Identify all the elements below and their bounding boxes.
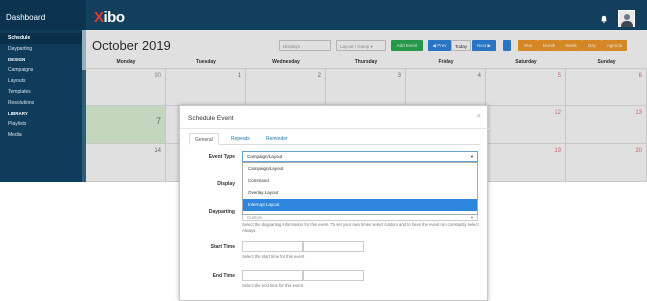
calendar-cell[interactable]: 5: [486, 68, 566, 106]
dayparting-label: Dayparting: [208, 209, 235, 215]
sidebar-section-design: DESIGN: [8, 57, 26, 62]
end-time-label: End Time: [212, 273, 235, 279]
sidebar-brand[interactable]: Dashboard: [0, 0, 86, 30]
calendar-cell[interactable]: 30: [86, 68, 166, 106]
calendar-cell[interactable]: 6: [566, 68, 647, 106]
view-month-button[interactable]: Month: [538, 40, 560, 51]
calendar-cell[interactable]: 14: [86, 144, 166, 182]
day-header: Monday: [116, 59, 136, 65]
calendar-cell[interactable]: 12: [486, 106, 566, 144]
tab-repeats[interactable]: Repeats: [226, 133, 255, 145]
end-date-input[interactable]: [242, 270, 303, 281]
day-header: Wednesday: [272, 59, 300, 65]
day-header: Sunday: [597, 59, 616, 65]
sidebar-item-playlists[interactable]: Playlists: [0, 119, 86, 130]
tab-reminder[interactable]: Reminder: [261, 133, 293, 145]
today-button[interactable]: Today: [451, 40, 471, 51]
day-number: 19: [554, 148, 561, 154]
day-number: 2: [317, 73, 321, 79]
calendar-cell[interactable]: 19: [486, 144, 566, 182]
view-year-button[interactable]: Year: [518, 40, 538, 51]
add-event-button[interactable]: Add Event: [391, 40, 423, 51]
sidebar-item-layouts[interactable]: Layouts: [0, 76, 86, 87]
day-number: 13: [635, 110, 642, 116]
calendar-cell[interactable]: 20: [566, 144, 647, 182]
dropdown-option[interactable]: Overlay Layout: [243, 187, 477, 199]
modal-divider: [180, 128, 489, 129]
bell-icon[interactable]: [600, 15, 608, 23]
view-day-button[interactable]: Day: [582, 40, 602, 51]
chevron-down-icon: ▾: [370, 44, 373, 49]
sidebar-item-media[interactable]: Media: [0, 130, 86, 141]
calendar-cell[interactable]: 3: [326, 68, 406, 106]
schedule-event-modal: Schedule Event × General Repeats Reminde…: [179, 105, 489, 301]
sidebar-item-schedule[interactable]: Schedule: [0, 33, 86, 44]
event-type-label: Event Type: [208, 154, 235, 160]
user-avatar[interactable]: [618, 10, 635, 27]
day-number: 20: [635, 148, 642, 154]
day-number: 12: [554, 110, 561, 116]
dropdown-option[interactable]: Campaign/Layout: [243, 163, 477, 175]
modal-tabs: General Repeats Reminder: [189, 133, 480, 145]
calendar-cell[interactable]: 4: [406, 68, 486, 106]
calendar-cell[interactable]: 13: [566, 106, 647, 144]
day-number: 3: [397, 73, 401, 79]
display-label: Display: [217, 181, 235, 187]
dropdown-option[interactable]: Command: [243, 175, 477, 187]
day-header: Tuesday: [196, 59, 216, 65]
chevron-down-icon: ▼: [470, 154, 474, 159]
calendar-cell[interactable]: 2: [246, 68, 326, 106]
start-time-help: Select the start time for this event: [242, 254, 305, 259]
day-number: 5: [557, 73, 561, 79]
day-header: Friday: [438, 59, 454, 65]
view-agenda-button[interactable]: Agenda: [602, 40, 627, 51]
sidebar-section-library: LIBRARY: [8, 111, 28, 116]
sidebar-item-campaigns[interactable]: Campaigns: [0, 65, 86, 76]
day-number: 14: [154, 148, 161, 154]
modal-title: Schedule Event: [188, 115, 234, 122]
close-icon[interactable]: ×: [477, 113, 481, 120]
avatar-head: [624, 14, 630, 20]
sidebar-item-resolutions[interactable]: Resolutions: [0, 98, 86, 109]
day-number: 7: [155, 116, 161, 126]
view-week-button[interactable]: Week: [560, 40, 582, 51]
sidebar-item-templates[interactable]: Templates: [0, 87, 86, 98]
day-number: 30: [154, 73, 161, 79]
layout-filter-select[interactable]: Layout / Camp ▾: [336, 40, 386, 51]
xibo-logo[interactable]: Xibo: [94, 10, 125, 25]
event-type-select[interactable]: Campaign/Layout ▼: [242, 151, 478, 162]
start-time-label: Start Time: [210, 244, 235, 250]
day-header: Thursday: [354, 59, 378, 65]
start-date-input[interactable]: [242, 241, 303, 252]
end-time-input[interactable]: [303, 270, 364, 281]
sidebar: Dashboard Schedule Dayparting DESIGN Cam…: [0, 0, 86, 182]
event-type-dropdown: Campaign/Layout Command Overlay Layout I…: [242, 162, 478, 215]
tab-general[interactable]: General: [189, 133, 219, 145]
day-number: 4: [477, 73, 481, 79]
calendar-title: October 2019: [92, 38, 171, 53]
start-time-input[interactable]: [303, 241, 364, 252]
top-navbar: Xibo: [86, 0, 647, 30]
dropdown-option-highlighted[interactable]: Interrupt Layout: [243, 199, 477, 211]
dayparting-help-text: Select the dayparting information for th…: [242, 222, 479, 233]
day-header: Saturday: [515, 59, 537, 65]
prev-button[interactable]: ◀ Prev: [428, 40, 451, 51]
end-time-help: Select the end time for this event: [242, 283, 303, 288]
displays-filter-input[interactable]: Displays: [279, 40, 331, 51]
day-number: 6: [638, 73, 642, 79]
next-button[interactable]: Next ▶: [472, 40, 496, 51]
calendar-cell[interactable]: 1: [166, 68, 246, 106]
avatar-body: [621, 21, 633, 27]
calendar-toggle-icon[interactable]: [503, 40, 511, 51]
calendar-cell-today[interactable]: 7: [86, 106, 166, 144]
day-number: 1: [237, 73, 241, 79]
sidebar-item-dayparting[interactable]: Dayparting: [0, 44, 86, 55]
